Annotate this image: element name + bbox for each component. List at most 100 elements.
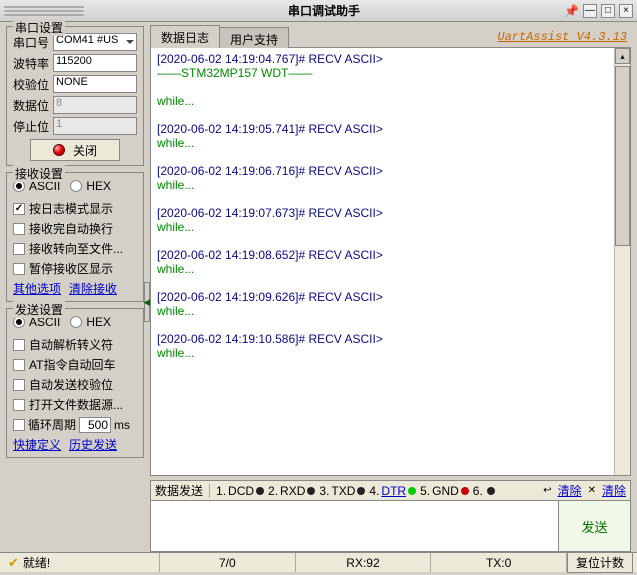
port-select[interactable]: COM41 #US [53, 33, 137, 51]
baud-select[interactable]: 115200 [53, 54, 137, 72]
send-check-label: AT指令自动回车 [29, 356, 115, 373]
send-settings-group: 发送设置 ASCII HEX 自动解析转义符AT指令自动回车自动发送校验位打开文… [6, 308, 144, 458]
signal-TXD[interactable]: 3.TXD [319, 484, 365, 498]
log-line: while... [157, 346, 608, 360]
databits-label: 数据位 [13, 97, 53, 114]
version-label[interactable]: UartAssist V4.3.13 [497, 30, 631, 44]
status-bar: ✔ 就绪! 7/0 RX:92 TX:0 复位计数 [0, 552, 637, 572]
checkbox-icon [13, 399, 25, 411]
send-header: 数据发送 1.DCD2.RXD3.TXD4.DTR5.GND6. ↩ 清除 ✕ … [150, 480, 631, 500]
log-line: [2020-06-02 14:19:05.741]# RECV ASCII> [157, 122, 608, 136]
send-cycle-label: 循环周期 [28, 416, 76, 433]
signal-dot-icon [487, 487, 495, 495]
tab-user-support[interactable]: 用户支持 [219, 27, 289, 51]
recv-check-1[interactable]: 接收完自动换行 [13, 220, 137, 237]
send-check-0[interactable]: 自动解析转义符 [13, 336, 137, 353]
tab-row: 数据日志 用户支持 UartAssist V4.3.13 [150, 26, 631, 48]
clear-all-link[interactable]: 清除 [602, 482, 626, 499]
signal-dot-icon [461, 487, 469, 495]
status-ready-text: 就绪! [23, 554, 50, 571]
status-counter-1: 7/0 [160, 553, 296, 572]
signal-name: DTR [381, 484, 406, 498]
scroll-up-icon[interactable]: ▴ [615, 48, 630, 64]
clear-send-link[interactable]: 清除 [558, 482, 582, 499]
log-line [157, 150, 608, 164]
signal-dot-icon [256, 487, 264, 495]
signal-DCD[interactable]: 1.DCD [216, 484, 264, 498]
recv-check-2[interactable]: 接收转向至文件... [13, 240, 137, 257]
maximize-button[interactable]: □ [601, 4, 615, 18]
close-port-label: 关闭 [73, 142, 97, 159]
checkbox-icon [13, 223, 25, 235]
log-line: [2020-06-02 14:19:08.652]# RECV ASCII> [157, 248, 608, 262]
recv-check-label: 按日志模式显示 [29, 200, 113, 217]
checkbox-icon [13, 339, 25, 351]
recv-settings-group: 接收设置 ASCII HEX 按日志模式显示接收完自动换行接收转向至文件...暂… [6, 172, 144, 302]
status-tx: TX:0 [431, 553, 567, 572]
status-rx: RX:92 [296, 553, 432, 572]
ready-icon: ✔ [8, 555, 19, 571]
log-line: while... [157, 178, 608, 192]
log-area[interactable]: [2020-06-02 14:19:04.767]# RECV ASCII>——… [150, 48, 631, 476]
signal-name: DCD [228, 484, 254, 498]
pin-icon[interactable]: 📌 [564, 4, 579, 18]
stopbits-select[interactable]: 1 [53, 117, 137, 135]
signal-RXD[interactable]: 2.RXD [268, 484, 315, 498]
signal-num: 3. [319, 484, 329, 498]
send-cycle-unit: ms [114, 418, 130, 432]
status-ready: ✔ 就绪! [0, 553, 160, 572]
reset-count-button[interactable]: 复位计数 [567, 552, 633, 573]
signal-DTR[interactable]: 4.DTR [369, 484, 416, 498]
signal-GND[interactable]: 5.GND [420, 484, 469, 498]
port-settings-group: 串口设置 串口号 COM41 #US 波特率 115200 校验位 NONE 数… [6, 26, 144, 166]
signal-num: 2. [268, 484, 278, 498]
recv-hex-label: HEX [86, 179, 111, 193]
send-header-label: 数据发送 [151, 482, 207, 499]
titlebar: 串口调试助手 📌 — □ × [0, 0, 637, 22]
log-scrollbar[interactable]: ▴ [614, 48, 630, 475]
send-textarea[interactable] [150, 500, 559, 552]
title-grip[interactable] [4, 6, 84, 16]
tab-data-log[interactable]: 数据日志 [150, 25, 220, 50]
close-window-button[interactable]: × [619, 4, 633, 18]
signal-name: RXD [280, 484, 305, 498]
send-check-1[interactable]: AT指令自动回车 [13, 356, 137, 373]
parity-select[interactable]: NONE [53, 75, 137, 93]
radio-icon [70, 316, 82, 328]
send-hex-label: HEX [86, 315, 111, 329]
signal-dot-icon [357, 487, 365, 495]
recv-check-3[interactable]: 暂停接收区显示 [13, 260, 137, 277]
databits-select[interactable]: 8 [53, 96, 137, 114]
scroll-thumb[interactable] [615, 66, 630, 246]
log-line [157, 318, 608, 332]
recv-other-options-link[interactable]: 其他选项 [13, 280, 61, 297]
recv-clear-link[interactable]: 清除接收 [69, 280, 117, 297]
close-port-button[interactable]: 关闭 [30, 139, 120, 161]
port-label: 串口号 [13, 34, 53, 51]
recv-settings-title: 接收设置 [13, 165, 65, 182]
send-cycle-row[interactable]: 循环周期 ms [13, 416, 137, 433]
send-check-label: 自动解析转义符 [29, 336, 113, 353]
send-check-3[interactable]: 打开文件数据源... [13, 396, 137, 413]
recv-hex-radio[interactable]: HEX [70, 179, 111, 193]
send-quick-define-link[interactable]: 快捷定义 [13, 436, 61, 453]
minimize-button[interactable]: — [583, 4, 597, 18]
log-line [157, 80, 608, 94]
log-line: while... [157, 136, 608, 150]
recv-check-0[interactable]: 按日志模式显示 [13, 200, 137, 217]
window-title: 串口调试助手 [84, 2, 564, 19]
connected-indicator-icon [53, 144, 65, 156]
send-cycle-input[interactable] [79, 417, 111, 433]
signal-6[interactable]: 6. [473, 484, 495, 498]
clear-history-icon[interactable]: ↩ [543, 485, 551, 496]
send-hex-radio[interactable]: HEX [70, 315, 111, 329]
clear-all-icon[interactable]: ✕ [588, 485, 596, 496]
send-history-link[interactable]: 历史发送 [69, 436, 117, 453]
signal-num: 1. [216, 484, 226, 498]
send-check-2[interactable]: 自动发送校验位 [13, 376, 137, 393]
send-button[interactable]: 发送 [559, 500, 631, 552]
log-line: while... [157, 94, 608, 108]
send-check-label: 自动发送校验位 [29, 376, 113, 393]
signal-dot-icon [307, 487, 315, 495]
log-line: [2020-06-02 14:19:04.767]# RECV ASCII> [157, 52, 608, 66]
